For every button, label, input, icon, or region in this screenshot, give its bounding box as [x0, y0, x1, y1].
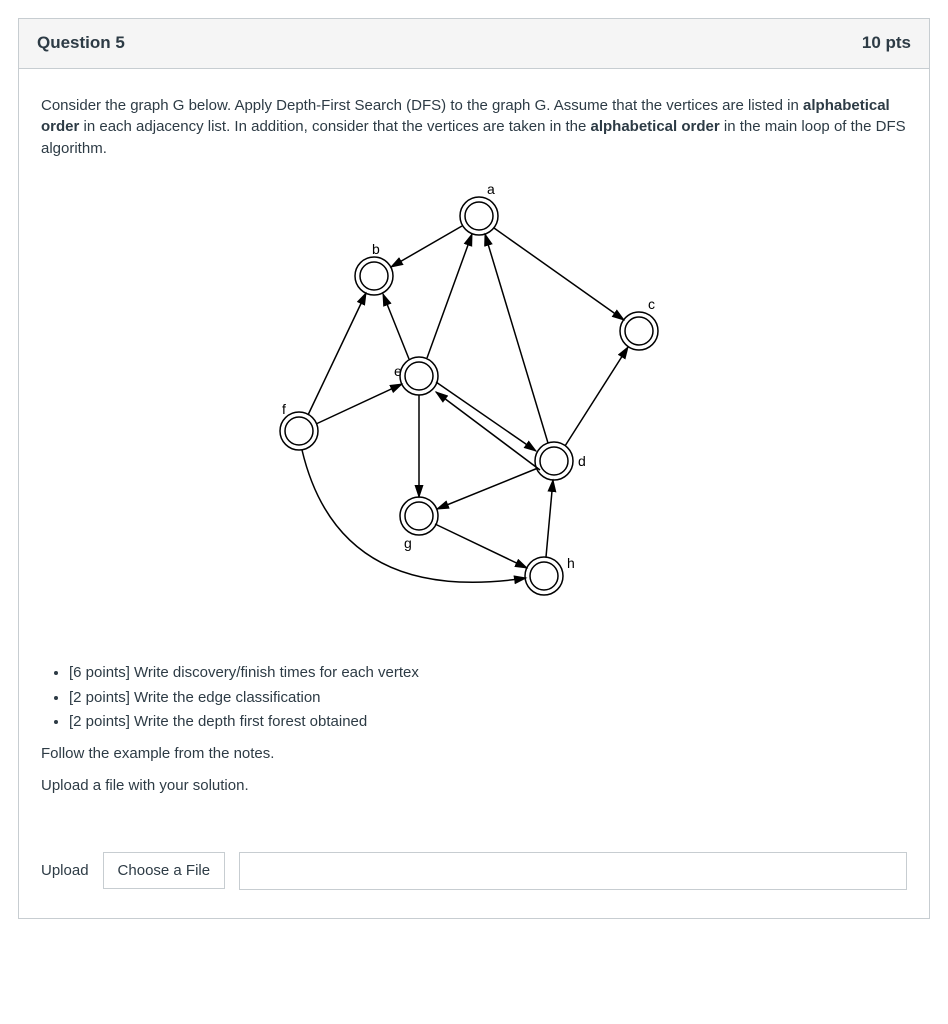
node-b: b [355, 241, 393, 295]
graph-image: a b c d [41, 166, 907, 656]
upload-instruction-text: Upload a file with your solution. [41, 775, 907, 797]
node-h: h [525, 555, 575, 595]
node-e: e [394, 357, 438, 395]
node-b-label: b [372, 241, 380, 257]
node-h-label: h [567, 555, 575, 571]
node-g-label: g [404, 535, 412, 551]
prompt-seg-1: Consider the graph G below. Apply Depth-… [41, 97, 803, 114]
follow-notes-text: Follow the example from the notes. [41, 743, 907, 765]
list-item: [6 points] Write discovery/finish times … [69, 662, 907, 684]
question-title: Question 5 [37, 31, 125, 56]
question-prompt: Consider the graph G below. Apply Depth-… [41, 95, 907, 160]
node-a: a [460, 181, 498, 235]
node-a-label: a [487, 181, 495, 197]
prompt-bold-2: alphabetical order [590, 118, 719, 135]
question-points: 10 pts [862, 31, 911, 56]
question-card: Question 5 10 pts Consider the graph G b… [18, 18, 930, 919]
upload-label: Upload [41, 860, 89, 882]
question-body: Consider the graph G below. Apply Depth-… [19, 69, 929, 918]
task-list: [6 points] Write discovery/finish times … [41, 662, 907, 733]
list-item: [2 points] Write the edge classification [69, 687, 907, 709]
question-header: Question 5 10 pts [19, 19, 929, 69]
choose-file-button[interactable]: Choose a File [103, 852, 226, 889]
node-c-label: c [648, 296, 655, 312]
node-g: g [400, 497, 438, 551]
node-f-label: f [282, 401, 286, 417]
node-f: f [280, 401, 318, 450]
node-d: d [535, 442, 586, 480]
node-d-label: d [578, 453, 586, 469]
file-display-slot [239, 852, 907, 890]
prompt-seg-2: in each adjacency list. In addition, con… [79, 118, 590, 135]
list-item: [2 points] Write the depth first forest … [69, 711, 907, 733]
node-e-label: e [394, 363, 402, 379]
node-c: c [620, 296, 658, 350]
upload-row: Upload Choose a File [41, 852, 907, 890]
graph-svg: a b c d [244, 176, 704, 636]
